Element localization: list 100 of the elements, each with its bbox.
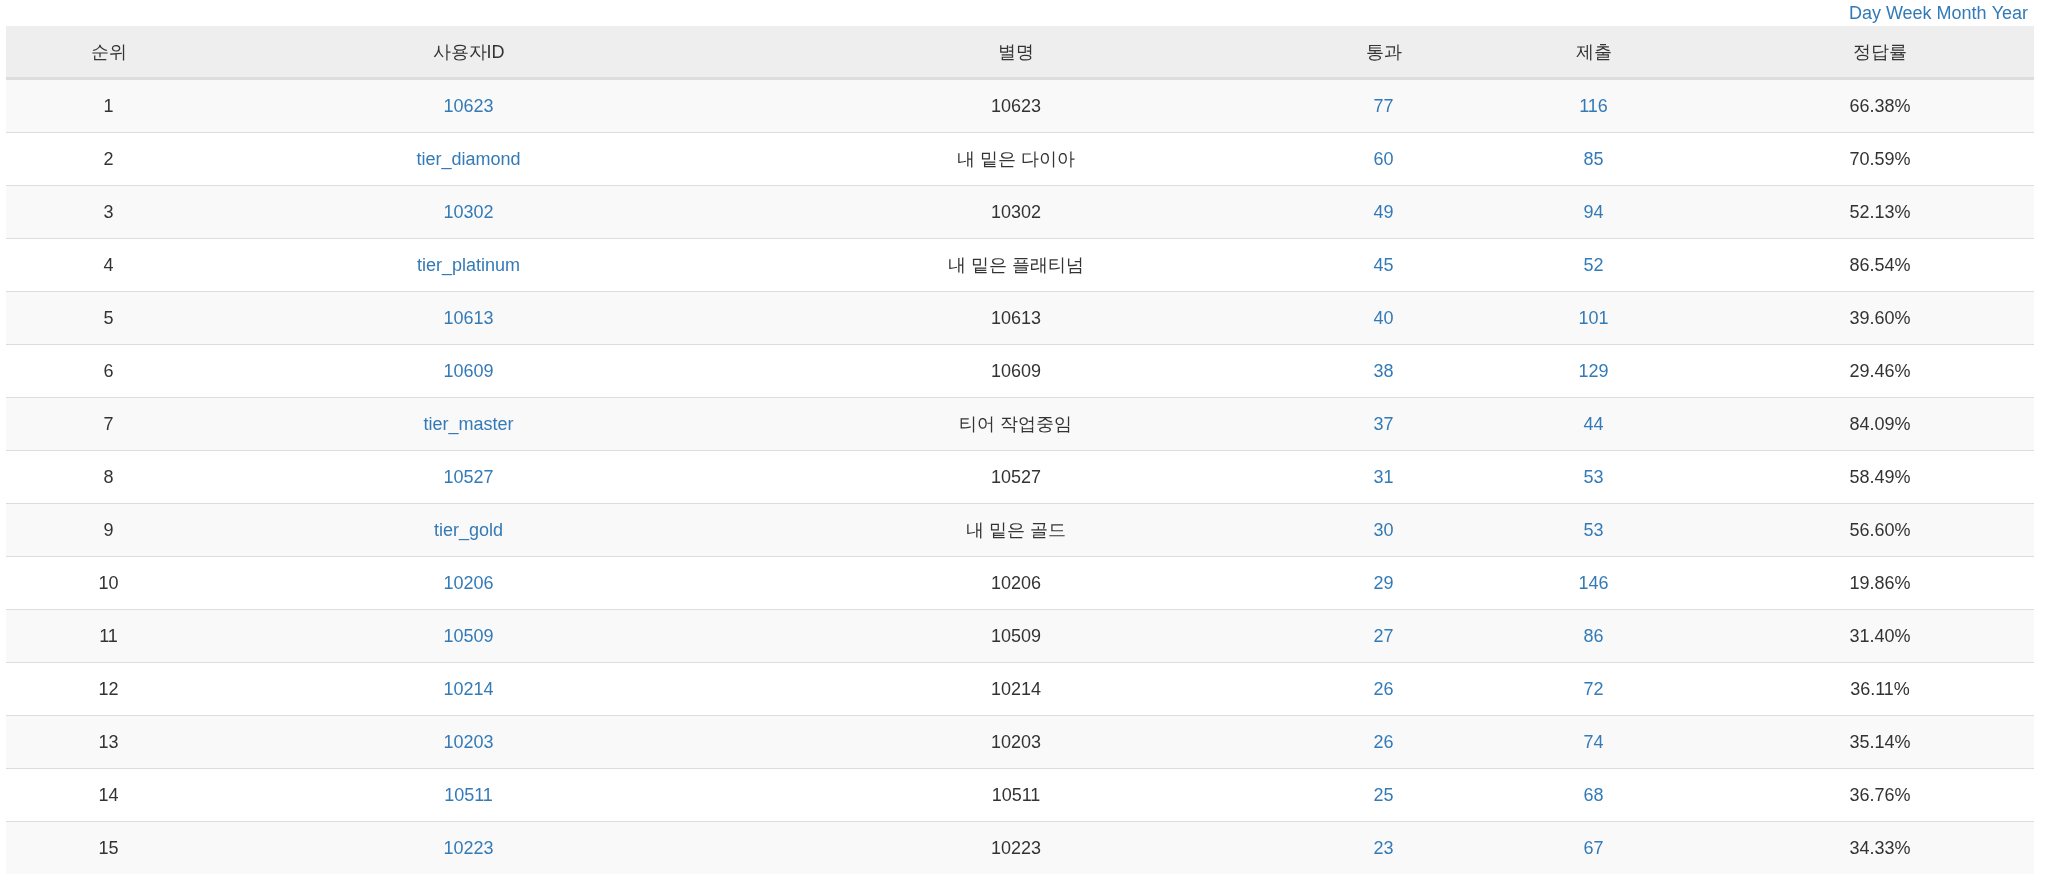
table-cell: 12: [98, 678, 119, 700]
table-cell: 36.11%: [1850, 678, 1910, 700]
table-cell: 11: [99, 625, 118, 647]
table-cell: 86.54%: [1849, 254, 1911, 276]
column-header: 정답률: [1726, 26, 2034, 79]
table-cell: 10206: [990, 572, 1042, 594]
user-link[interactable]: 10511: [444, 784, 493, 806]
count-link[interactable]: 52: [1583, 254, 1604, 276]
user-link[interactable]: 10623: [443, 95, 494, 117]
period-link[interactable]: Month: [1936, 2, 1987, 24]
table-cell: 39.60%: [1849, 307, 1911, 329]
count-link[interactable]: 116: [1579, 95, 1608, 117]
count-link[interactable]: 31: [1373, 466, 1394, 488]
column-header: 통과: [1306, 26, 1461, 79]
table-cell: 3: [103, 201, 114, 223]
table-cell: 7: [103, 413, 114, 435]
table-cell: 14: [98, 784, 119, 806]
count-link[interactable]: 86: [1583, 625, 1604, 647]
count-link[interactable]: 77: [1373, 95, 1394, 117]
table-cell: 10527: [990, 466, 1042, 488]
table-cell: 10214: [990, 678, 1042, 700]
table-cell: 19.86%: [1849, 572, 1911, 594]
table-cell: 66.38%: [1849, 95, 1911, 117]
user-link[interactable]: 10206: [443, 572, 494, 594]
column-header: 별명: [726, 26, 1306, 79]
table-cell: 6: [103, 360, 114, 382]
column-header: 사용자ID: [211, 26, 726, 79]
count-link[interactable]: 25: [1373, 784, 1394, 806]
table-cell: 10223: [990, 837, 1042, 859]
table-cell: 10: [98, 572, 119, 594]
count-link[interactable]: 45: [1373, 254, 1394, 276]
count-link[interactable]: 23: [1373, 837, 1394, 859]
table-cell: 10609: [990, 360, 1042, 382]
table-cell: 52.13%: [1849, 201, 1911, 223]
count-link[interactable]: 74: [1583, 731, 1604, 753]
user-link[interactable]: 10527: [443, 466, 494, 488]
table-cell: 31.40%: [1849, 625, 1911, 647]
count-link[interactable]: 101: [1578, 307, 1609, 329]
table-cell: 10511: [991, 784, 1041, 806]
table-cell: 10302: [990, 201, 1042, 223]
count-link[interactable]: 67: [1583, 837, 1604, 859]
user-link[interactable]: tier_platinum: [416, 254, 521, 276]
count-link[interactable]: 38: [1373, 360, 1394, 382]
table-cell: 58.49%: [1849, 466, 1911, 488]
user-link[interactable]: tier_diamond: [416, 148, 521, 170]
table-cell: 36.76%: [1849, 784, 1911, 806]
count-link[interactable]: 27: [1373, 625, 1394, 647]
user-link[interactable]: tier_master: [423, 413, 514, 435]
user-link[interactable]: 10609: [443, 360, 494, 382]
user-link[interactable]: 10203: [443, 731, 494, 753]
table-cell-text: 내 밑은 플래티넘: [948, 254, 1084, 277]
count-link[interactable]: 26: [1373, 731, 1394, 753]
count-link[interactable]: 29: [1373, 572, 1394, 594]
count-link[interactable]: 85: [1583, 148, 1604, 170]
count-link[interactable]: 44: [1583, 413, 1604, 435]
user-link[interactable]: 10223: [443, 837, 494, 859]
column-header: 순위: [6, 26, 211, 79]
count-link[interactable]: 146: [1578, 572, 1609, 594]
table-cell: 56.60%: [1849, 519, 1911, 541]
table-cell: 34.33%: [1849, 837, 1911, 859]
user-link[interactable]: tier_gold: [433, 519, 503, 541]
count-link[interactable]: 68: [1583, 784, 1604, 806]
table-cell: 10623: [990, 95, 1042, 117]
user-link[interactable]: 10509: [443, 625, 494, 647]
count-link[interactable]: 40: [1373, 307, 1394, 329]
table-cell: 70.59%: [1849, 148, 1911, 170]
count-link[interactable]: 129: [1578, 360, 1609, 382]
table-cell: 4: [103, 254, 114, 276]
table-cell: 13: [98, 731, 119, 753]
table-cell-text: 내 밑은 골드: [966, 519, 1066, 542]
count-link[interactable]: 72: [1583, 678, 1604, 700]
table-cell: 10203: [990, 731, 1042, 753]
table-cell: 1: [103, 95, 114, 117]
count-link[interactable]: 60: [1373, 148, 1394, 170]
count-link[interactable]: 49: [1373, 201, 1394, 223]
table-cell: 2: [103, 148, 114, 170]
period-link[interactable]: Day: [1848, 2, 1881, 24]
table-cell: 35.14%: [1849, 731, 1911, 753]
period-link[interactable]: Week: [1885, 2, 1932, 24]
count-link[interactable]: 53: [1583, 519, 1604, 541]
count-link[interactable]: 26: [1373, 678, 1394, 700]
count-link[interactable]: 37: [1373, 413, 1394, 435]
count-link[interactable]: 30: [1373, 519, 1394, 541]
table-cell-text: 티어 작업중임: [959, 413, 1073, 436]
table-cell: 9: [103, 519, 114, 541]
period-link[interactable]: Year: [1991, 2, 2028, 24]
table-cell: 29.46%: [1849, 360, 1911, 382]
count-link[interactable]: 53: [1583, 466, 1604, 488]
column-header: 제출: [1461, 26, 1726, 79]
table-cell: 84.09%: [1849, 413, 1911, 435]
table-cell: 8: [103, 466, 114, 488]
user-link[interactable]: 10302: [443, 201, 494, 223]
table-cell: 15: [98, 837, 119, 859]
table-cell: 5: [103, 307, 114, 329]
user-link[interactable]: 10214: [443, 678, 494, 700]
user-link[interactable]: 10613: [443, 307, 494, 329]
count-link[interactable]: 94: [1583, 201, 1604, 223]
table-cell: 10613: [990, 307, 1042, 329]
table-cell-text: 내 밑은 다이아: [957, 148, 1075, 171]
table-cell: 10509: [990, 625, 1042, 647]
